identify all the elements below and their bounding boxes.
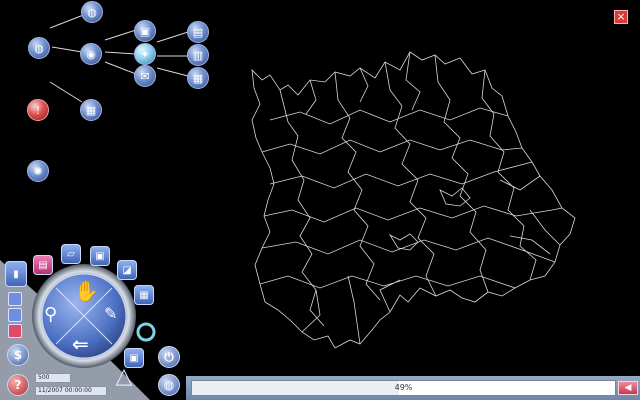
back-arrow-icon[interactable]: ⇐ [72,332,89,356]
mail-icon: ✉ [140,69,150,83]
tool-tile-disk[interactable]: ▦ [134,285,154,305]
report-icon: ▣ [95,250,105,262]
tool-node-network-hub[interactable]: ◉ [80,43,102,65]
tool-tile-chart[interactable]: ◪ [117,260,137,280]
close-button[interactable]: × [614,10,628,24]
tool-node-map-stack[interactable]: ▤ [187,21,209,43]
calendar-icon: ▦ [85,103,97,117]
footer-back-button[interactable]: ◀ [618,381,638,395]
tool-node-calendar[interactable]: ▦ [80,99,102,121]
stop-button[interactable] [8,324,22,338]
bar-chart-icon: ▮ [13,268,19,280]
chart-icon: ◪ [122,264,132,276]
compass-target-icon: ✦ [140,47,150,61]
folder-icon: ▱ [67,248,75,260]
globe-icon: ◍ [34,41,44,55]
tool-tile-pink[interactable]: ▤ [33,255,53,275]
edit-tool-icon[interactable]: ✎ [104,304,117,323]
document-icon: ▤ [38,259,48,271]
money-bag-button[interactable]: $ [7,344,29,366]
building-icon: ▦ [192,71,204,85]
tool-node-mail[interactable]: ✉ [134,65,156,87]
money-bag-icon: $ [13,348,23,362]
tool-node-globe-network[interactable]: ◍ [81,1,103,23]
map-stack-icon: ▤ [192,25,204,39]
layers-icon: ▣ [129,352,139,364]
play-button[interactable] [8,292,22,306]
tool-node-sun-settings[interactable]: ✺ [27,160,49,182]
globe-network-icon: ◍ [87,5,97,19]
pan-tool-icon[interactable]: ✋ [74,279,99,303]
help-icon: ? [14,378,22,392]
date-select[interactable]: 11/2007 00:00:00 [35,386,107,396]
navigate-icon[interactable]: △ [112,366,136,390]
power-button[interactable]: ⏻ [158,346,180,368]
tool-node-save[interactable]: ▣ [134,20,156,42]
stats-button[interactable]: ▮ [5,261,27,287]
server-icon: ▥ [192,48,204,62]
scale-input[interactable]: 500 [35,373,71,383]
progress-bar: 49% [191,380,616,396]
save-disk-icon: ▣ [139,24,151,38]
network-hub-icon: ◉ [86,47,96,61]
tool-node-compass[interactable]: ✦ [134,43,156,65]
tool-node-building[interactable]: ▦ [187,67,209,89]
tool-tile-report[interactable]: ▣ [90,246,110,266]
district-map[interactable] [240,40,590,360]
tool-node-server[interactable]: ▥ [187,44,209,66]
zoom-tool-icon[interactable]: ⚲ [44,304,57,325]
power-icon: ⏻ [164,349,174,364]
tool-tile-folder[interactable]: ▱ [61,244,81,264]
info-button[interactable] [8,308,22,322]
progress-label: 49% [394,383,413,392]
help-button[interactable]: ? [7,374,29,396]
warning-icon: ! [35,103,41,117]
tool-node-warning[interactable]: ! [27,99,49,121]
web-button[interactable]: ◍ [158,374,180,396]
disk-icon: ▦ [139,289,149,301]
tool-node-globe[interactable]: ◍ [28,37,50,59]
web-icon: ◍ [163,378,175,392]
sun-settings-icon: ✺ [33,164,43,178]
